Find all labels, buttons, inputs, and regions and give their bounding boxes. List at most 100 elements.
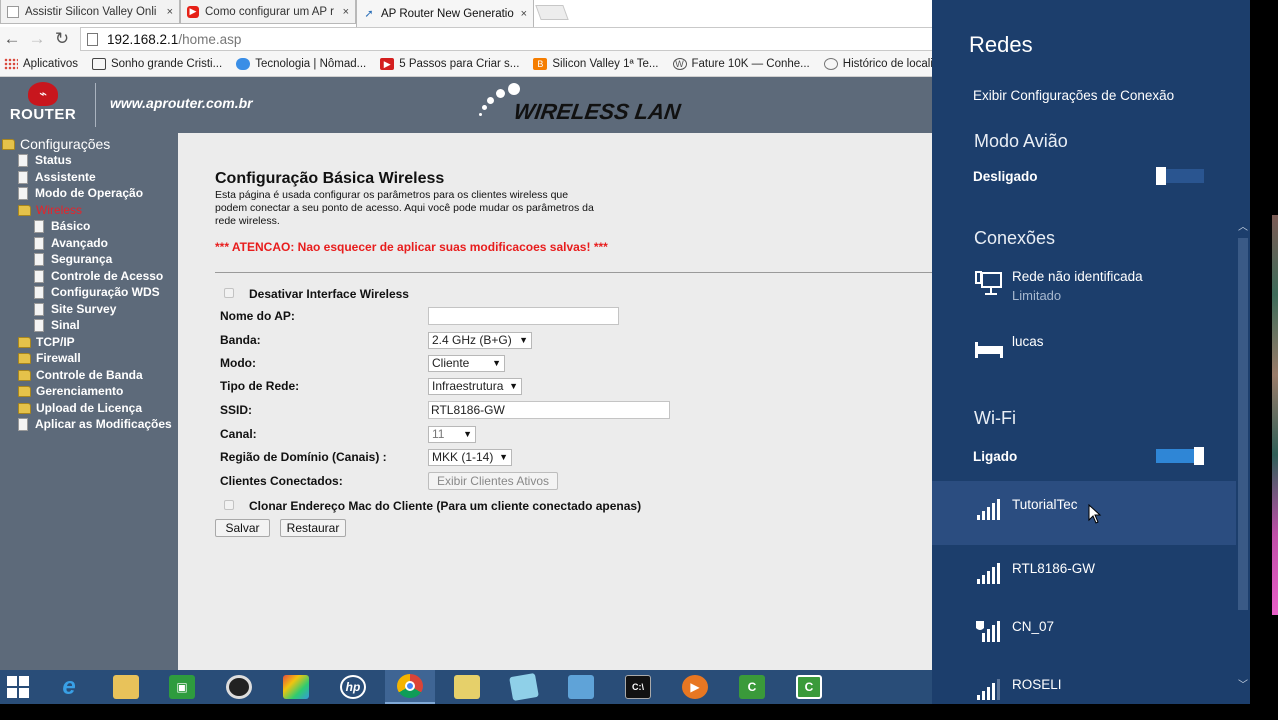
- charm-scrollbar[interactable]: ︿ ﹀: [1236, 210, 1250, 704]
- domain-region-select[interactable]: MKK (1-14) ▼: [428, 449, 512, 466]
- wifi-network-item[interactable]: CN_07: [932, 603, 1236, 667]
- nav-item-modo-operacao[interactable]: Modo de Operação: [18, 186, 143, 200]
- band-select[interactable]: 2.4 GHz (B+G) ▼: [428, 332, 532, 349]
- nav-item-seguranca[interactable]: Segurança: [34, 252, 112, 266]
- wifi-toggle[interactable]: [1156, 447, 1204, 465]
- globe-icon: [823, 58, 838, 70]
- url-path: /home.asp: [178, 31, 242, 47]
- windows-taskbar: e ▣ hp C:\ ▶ C C: [0, 670, 932, 704]
- folder-icon: [18, 336, 31, 348]
- wifi-icon: ➚: [364, 8, 374, 20]
- nav-item-controle-acesso[interactable]: Controle de Acesso: [34, 269, 163, 283]
- bookmark-item[interactable]: Tecnologia | Nômad...: [236, 58, 366, 70]
- bookmark-item[interactable]: W Fature 10K — Conhe...: [672, 58, 810, 70]
- notes-icon[interactable]: [499, 670, 549, 704]
- photos-icon[interactable]: [271, 670, 321, 704]
- folder-icon[interactable]: [442, 670, 492, 704]
- wifi-network-item[interactable]: RTL8186-GW: [932, 545, 1236, 609]
- nav-root-configuracoes[interactable]: Configurações: [2, 136, 110, 152]
- desktop-edge: [1250, 0, 1278, 704]
- channel-select[interactable]: 11 ▼: [428, 426, 476, 443]
- dropdown-arrow-icon: ▼: [519, 335, 528, 345]
- network-type-label: Tipo de Rede:: [220, 379, 300, 393]
- new-tab-button[interactable]: [535, 5, 569, 20]
- nav-item-status[interactable]: Status: [18, 153, 72, 167]
- nav-item-sinal[interactable]: Sinal: [34, 318, 80, 332]
- browser-window: Assistir Silicon Valley Onli × ▶ Como co…: [0, 0, 940, 670]
- webcam-icon[interactable]: [214, 670, 264, 704]
- page-title: Configuração Básica Wireless: [215, 170, 445, 187]
- folder-icon: [18, 352, 31, 364]
- nav-item-avancado[interactable]: Avançado: [34, 236, 108, 250]
- folder-open-icon: [18, 204, 31, 216]
- wifi-signal-icon: [977, 563, 1000, 584]
- media-player-icon[interactable]: ▶: [670, 670, 720, 704]
- bookmark-apps[interactable]: Aplicativos: [4, 58, 78, 70]
- bookmark-item[interactable]: Sonho grande Cristi...: [91, 58, 222, 70]
- forward-arrow-icon[interactable]: →: [27, 29, 47, 49]
- nav-item-basico[interactable]: Básico: [34, 219, 90, 233]
- folder-open-icon: [2, 138, 15, 150]
- command-prompt-icon[interactable]: C:\: [613, 670, 663, 704]
- folder-icon: [18, 385, 31, 397]
- file-explorer-icon[interactable]: [101, 670, 151, 704]
- nav-item-aplicar-modificacoes[interactable]: Aplicar as Modificações: [18, 417, 172, 431]
- nav-item-configuracao-wds[interactable]: Configuração WDS: [34, 285, 160, 299]
- mode-select[interactable]: Cliente ▼: [428, 355, 505, 372]
- tab-ap-router[interactable]: ➚ AP Router New Generatio ×: [356, 0, 534, 27]
- back-arrow-icon[interactable]: ←: [2, 29, 22, 49]
- store-icon[interactable]: ▣: [157, 670, 207, 704]
- tab-youtube-ap[interactable]: ▶ Como configurar um AP r ×: [180, 0, 356, 24]
- reset-button[interactable]: Restaurar: [280, 519, 346, 537]
- nav-item-upload-licenca[interactable]: Upload de Licença: [18, 401, 142, 415]
- bookmark-item[interactable]: ▶ 5 Passos para Criar s...: [380, 58, 519, 70]
- page-icon: [7, 5, 19, 18]
- internet-explorer-icon[interactable]: e: [44, 670, 94, 704]
- clone-mac-checkbox[interactable]: [224, 500, 234, 510]
- scroll-down-icon[interactable]: ﹀: [1238, 676, 1248, 691]
- show-active-clients-button[interactable]: Exibir Clientes Ativos: [428, 472, 558, 490]
- disable-wireless-checkbox[interactable]: [224, 288, 234, 298]
- connection-item[interactable]: lucas: [932, 322, 1236, 386]
- close-icon[interactable]: ×: [167, 6, 173, 18]
- control-panel-icon[interactable]: [556, 670, 606, 704]
- close-icon[interactable]: ×: [343, 6, 349, 18]
- nav-item-assistente[interactable]: Assistente: [18, 170, 96, 184]
- nav-item-wireless[interactable]: Wireless: [18, 203, 82, 217]
- dropdown-arrow-icon: ▼: [463, 429, 472, 439]
- scrollbar-thumb[interactable]: [1238, 238, 1248, 610]
- wifi-network-item[interactable]: ROSELI: [932, 661, 1236, 704]
- hp-icon[interactable]: hp: [328, 670, 378, 704]
- tab-silicon-valley[interactable]: Assistir Silicon Valley Onli ×: [0, 0, 180, 24]
- url-host: 192.168.2.1: [107, 31, 179, 47]
- document-icon: [34, 285, 44, 299]
- bookmark-item[interactable]: B Silicon Valley 1ª Te...: [533, 58, 659, 70]
- camtasia-icon[interactable]: C: [727, 670, 777, 704]
- document-icon: [34, 236, 44, 250]
- reload-icon[interactable]: ↻: [52, 29, 72, 49]
- windows-start-icon[interactable]: [0, 670, 36, 704]
- wordpress-icon: W: [672, 58, 687, 70]
- wifi-state: Ligado: [973, 449, 1018, 464]
- camtasia-recorder-icon[interactable]: C: [784, 670, 834, 704]
- scroll-up-icon[interactable]: ︿: [1238, 218, 1248, 233]
- airplane-mode-toggle[interactable]: [1156, 167, 1204, 185]
- document-icon: [34, 219, 44, 233]
- bookmark-item[interactable]: Histórico de localiza...: [823, 58, 932, 70]
- ssid-input[interactable]: RTL8186-GW: [428, 401, 670, 419]
- wifi-network-item[interactable]: TutorialTec: [932, 481, 1236, 545]
- network-type-select[interactable]: Infraestrutura ▼: [428, 378, 522, 395]
- close-icon[interactable]: ×: [521, 8, 527, 20]
- nav-item-tcpip[interactable]: TCP/IP: [18, 335, 75, 349]
- view-connection-settings-link[interactable]: Exibir Configurações de Conexão: [973, 88, 1174, 103]
- nav-item-controle-banda[interactable]: Controle de Banda: [18, 368, 143, 382]
- chrome-icon[interactable]: [385, 670, 435, 704]
- networks-charm-panel: Redes Exibir Configurações de Conexão Mo…: [932, 0, 1250, 704]
- nav-item-gerenciamento[interactable]: Gerenciamento: [18, 384, 123, 398]
- nav-item-site-survey[interactable]: Site Survey: [34, 302, 116, 316]
- address-bar[interactable]: 192.168.2.1/home.asp: [80, 27, 940, 51]
- save-button[interactable]: Salvar: [215, 519, 270, 537]
- connection-item[interactable]: Rede não identificada Limitado: [932, 256, 1236, 320]
- nav-item-firewall[interactable]: Firewall: [18, 351, 81, 365]
- ap-name-input[interactable]: [428, 307, 619, 325]
